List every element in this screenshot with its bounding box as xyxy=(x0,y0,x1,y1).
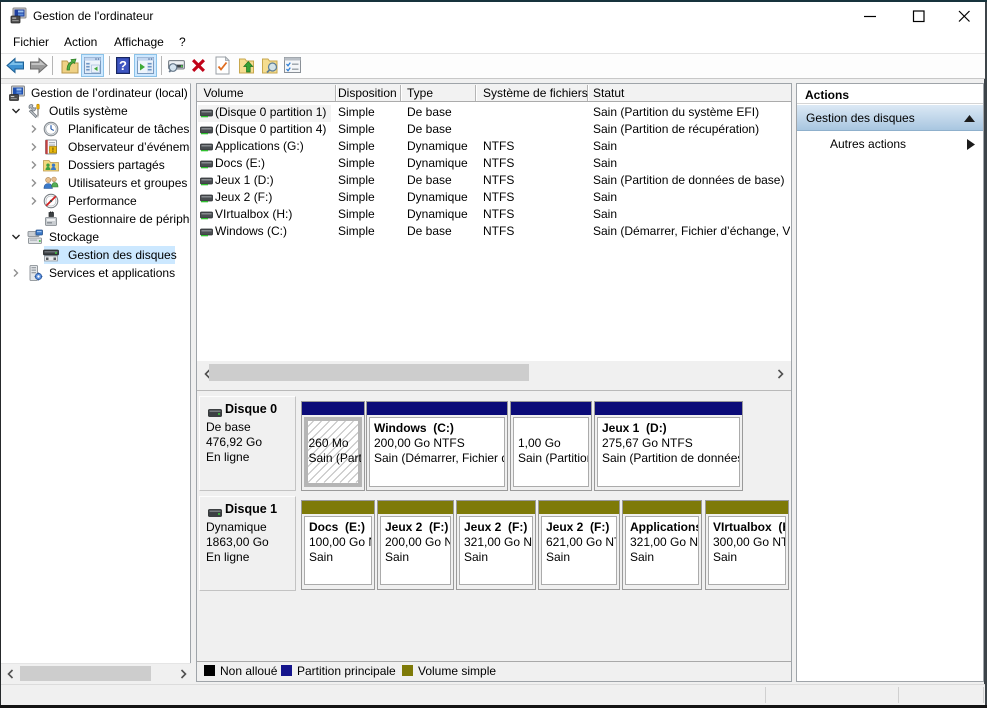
svg-text:!: ! xyxy=(52,147,54,154)
svg-text:?: ? xyxy=(119,58,127,73)
